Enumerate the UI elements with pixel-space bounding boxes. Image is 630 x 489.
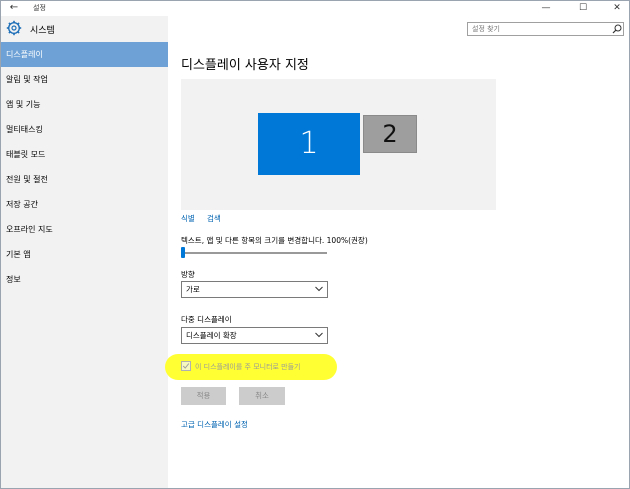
window-title: 설정: [33, 4, 46, 12]
sidebar-item-offline-maps[interactable]: 오프라인 지도: [1, 217, 168, 242]
close-button[interactable]: ✕: [606, 1, 628, 16]
scale-label: 텍스트, 앱 및 다른 항목의 크기를 변경합니다. 100%(권장): [181, 236, 368, 245]
sidebar-item-about[interactable]: 정보: [1, 267, 168, 292]
sidebar-item-power[interactable]: 전원 및 절전: [1, 167, 168, 192]
sidebar-item-notifications[interactable]: 알림 및 작업: [1, 67, 168, 92]
orientation-label: 방향: [181, 270, 195, 279]
main-display-checkbox[interactable]: [181, 361, 191, 371]
sidebar-item-storage[interactable]: 저장 공간: [1, 192, 168, 217]
sidebar-item-default-apps[interactable]: 기본 앱: [1, 242, 168, 267]
apply-button[interactable]: 적용: [181, 387, 226, 405]
sidebar-title: 시스템: [30, 26, 55, 36]
sidebar-item-tablet-mode[interactable]: 태블릿 모드: [1, 142, 168, 167]
sidebar-item-multitasking[interactable]: 멀티태스킹: [1, 117, 168, 142]
multiple-displays-dropdown[interactable]: 디스플레이 확장: [181, 327, 328, 344]
monitor-2[interactable]: 2: [363, 115, 417, 153]
main-display-checkbox-label: 이 디스플레이를 주 모니터로 만들기: [195, 363, 301, 371]
back-arrow-icon[interactable]: ←: [7, 1, 21, 15]
identify-link[interactable]: 식별: [181, 213, 195, 224]
maximize-button[interactable]: ☐: [572, 1, 594, 16]
sidebar-item-apps[interactable]: 앱 및 기능: [1, 92, 168, 117]
search-icon[interactable]: [612, 24, 622, 34]
scale-slider-track[interactable]: [181, 252, 327, 254]
checkmark-icon: [182, 363, 190, 369]
chevron-down-icon: [315, 332, 323, 338]
gear-icon: [6, 20, 22, 36]
sidebar-header: 시스템: [1, 16, 168, 42]
chevron-down-icon: [315, 286, 323, 292]
multiple-displays-label: 다중 디스플레이: [181, 315, 232, 324]
title-bar: ← 설정 — ☐ ✕: [1, 1, 629, 16]
sidebar: 시스템 디스플레이 알림 및 작업 앱 및 기능 멀티태스킹 태블릿 모드 전원…: [1, 16, 168, 488]
advanced-display-settings-link[interactable]: 고급 디스플레이 설정: [181, 419, 248, 430]
search-input[interactable]: [467, 22, 624, 36]
page-title: 디스플레이 사용자 지정: [181, 58, 309, 73]
monitor-1[interactable]: 1: [258, 113, 360, 175]
multiple-displays-value: 디스플레이 확장: [186, 331, 237, 340]
orientation-value: 가로: [186, 285, 200, 294]
orientation-dropdown[interactable]: 가로: [181, 281, 328, 298]
minimize-button[interactable]: —: [535, 1, 557, 16]
detect-link[interactable]: 검색: [207, 213, 221, 224]
cancel-button[interactable]: 취소: [239, 387, 285, 405]
sidebar-item-display[interactable]: 디스플레이: [1, 42, 168, 67]
scale-slider-thumb[interactable]: [181, 247, 185, 258]
